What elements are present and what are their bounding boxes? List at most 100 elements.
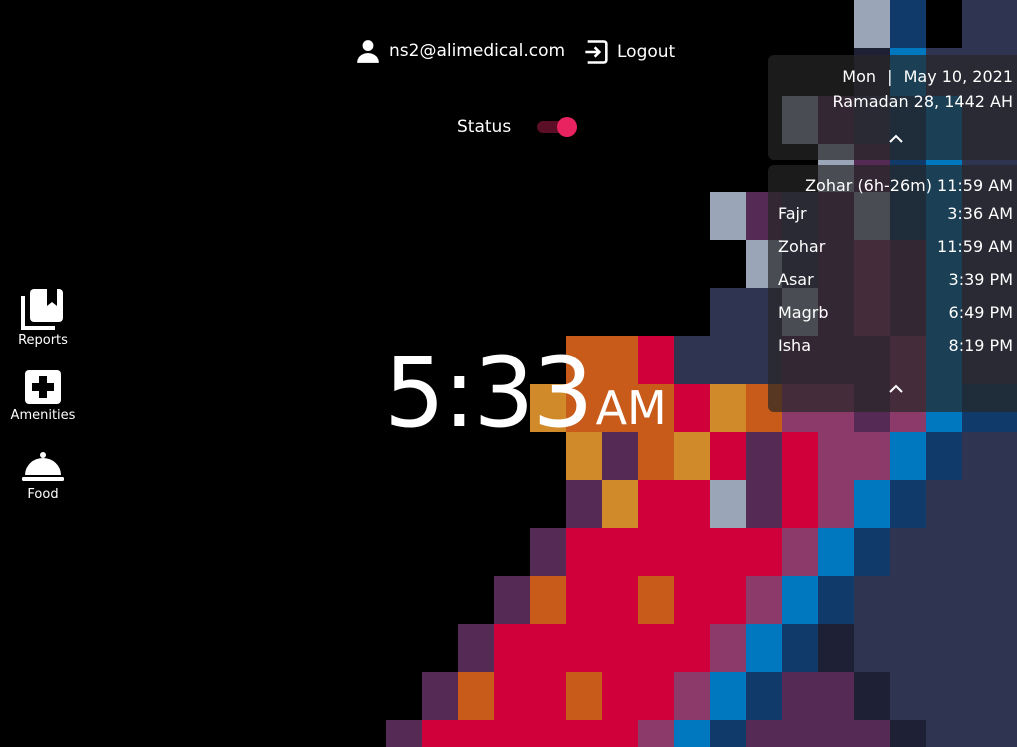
next-prayer: Zohar (6h-26m) 11:59 AM	[805, 176, 1013, 195]
mosaic-tile	[818, 528, 854, 576]
mosaic-tile	[638, 720, 674, 747]
date-value: May 10, 2021	[903, 67, 1013, 86]
mosaic-tile	[782, 624, 818, 672]
mosaic-tile	[566, 672, 602, 720]
mosaic-tile	[854, 480, 890, 528]
mosaic-tile	[854, 528, 890, 576]
mosaic-tile	[782, 480, 818, 528]
mosaic-tile	[746, 624, 782, 672]
status-label: Status	[457, 117, 512, 137]
mosaic-tile	[818, 432, 890, 480]
prayer-time: 6:49 PM	[948, 303, 1013, 322]
date-day: Mon	[842, 67, 876, 86]
prayer-time: 3:36 AM	[947, 204, 1013, 223]
prayer-list: Fajr 3:36 AM Zohar 11:59 AM Asar 3:39 PM…	[768, 197, 1017, 362]
mosaic-tile	[854, 624, 1017, 672]
clock-time: 5:33	[384, 337, 594, 449]
prayer-row: Asar 3:39 PM	[768, 263, 1017, 296]
mosaic-tile	[890, 672, 1017, 720]
mosaic-tile	[890, 432, 926, 480]
mosaic-tile	[674, 432, 710, 480]
mosaic-tile	[458, 624, 494, 672]
logout-label: Logout	[617, 42, 676, 62]
logout-button[interactable]: Logout	[583, 38, 675, 66]
sidebar-item-food[interactable]: Food	[0, 450, 86, 531]
prayer-name: Asar	[778, 270, 814, 289]
mosaic-tile	[638, 480, 710, 528]
amenities-icon	[25, 370, 61, 404]
mosaic-tile	[494, 624, 710, 672]
prayer-time: 8:19 PM	[948, 336, 1013, 355]
mosaic-tile	[854, 576, 1017, 624]
sidebar-item-amenities[interactable]: Amenities	[0, 369, 86, 450]
mosaic-tile	[782, 432, 818, 480]
status-toggle-thumb	[557, 117, 578, 137]
mosaic-tile	[890, 528, 1017, 576]
sidebar-item-label: Food	[27, 487, 59, 502]
mosaic-tile	[386, 720, 422, 747]
prayer-name: Isha	[778, 336, 811, 355]
mosaic-tile	[674, 720, 710, 747]
reports-icon	[21, 289, 63, 330]
prayer-name: Fajr	[778, 204, 807, 223]
sidebar-item-label: Amenities	[10, 408, 76, 423]
prayer-time: 3:39 PM	[948, 270, 1013, 289]
prayer-name: Zohar	[778, 237, 826, 256]
sidebar: Reports Amenities Food	[0, 288, 86, 531]
mosaic-tile	[638, 576, 674, 624]
mosaic-tile	[782, 528, 818, 576]
mosaic-tile	[710, 432, 746, 480]
mosaic-tile	[926, 432, 962, 480]
mosaic-tile	[890, 480, 926, 528]
mosaic-tile	[746, 432, 782, 480]
mosaic-tile	[422, 672, 458, 720]
mosaic-tile	[674, 384, 710, 432]
food-icon	[22, 452, 64, 481]
user-email: ns2@alimedical.com	[389, 41, 566, 61]
mosaic-tile	[746, 720, 890, 747]
mosaic-tile	[890, 720, 926, 747]
clock-ampm: AM	[595, 381, 667, 435]
chevron-up-icon[interactable]	[888, 384, 904, 394]
mosaic-tile	[710, 624, 746, 672]
mosaic-tile	[854, 0, 890, 48]
mosaic-tile	[530, 528, 566, 576]
mosaic-tile	[602, 480, 638, 528]
mosaic-tile	[602, 672, 674, 720]
sidebar-item-label: Reports	[18, 333, 68, 348]
mosaic-tile	[818, 576, 854, 624]
mosaic-tile	[782, 672, 854, 720]
prayer-time: 11:59 AM	[937, 237, 1013, 256]
mosaic-tile	[926, 720, 1017, 747]
prayer-row: Isha 8:19 PM	[768, 329, 1017, 362]
user-account[interactable]: ns2@alimedical.com	[355, 38, 565, 64]
mosaic-tile	[818, 624, 854, 672]
mosaic-tile	[674, 336, 746, 384]
mosaic-tile	[746, 576, 782, 624]
mosaic-tile	[710, 384, 746, 432]
prayer-row: Fajr 3:36 AM	[768, 197, 1017, 230]
mosaic-tile	[710, 192, 746, 240]
chevron-up-icon[interactable]	[888, 134, 904, 144]
mosaic-tile	[674, 672, 710, 720]
mosaic-tile	[854, 672, 890, 720]
mosaic-tile	[674, 576, 746, 624]
sidebar-item-reports[interactable]: Reports	[0, 288, 86, 369]
mosaic-tile	[890, 0, 926, 48]
mosaic-tile	[710, 672, 746, 720]
mosaic-tile	[566, 528, 782, 576]
mosaic-tile	[494, 672, 566, 720]
mosaic-tile	[422, 720, 638, 747]
mosaic-tile	[710, 288, 746, 336]
mosaic-tile	[962, 432, 1017, 480]
mosaic-tile	[494, 576, 530, 624]
mosaic-tile	[818, 480, 854, 528]
status-toggle[interactable]	[537, 116, 578, 138]
mosaic-tile	[710, 480, 746, 528]
mosaic-tile	[746, 480, 782, 528]
mosaic-tile	[458, 672, 494, 720]
logout-icon	[585, 40, 608, 64]
status-row: Status	[457, 116, 578, 138]
mosaic-tile	[566, 480, 602, 528]
mosaic-tile	[746, 672, 782, 720]
